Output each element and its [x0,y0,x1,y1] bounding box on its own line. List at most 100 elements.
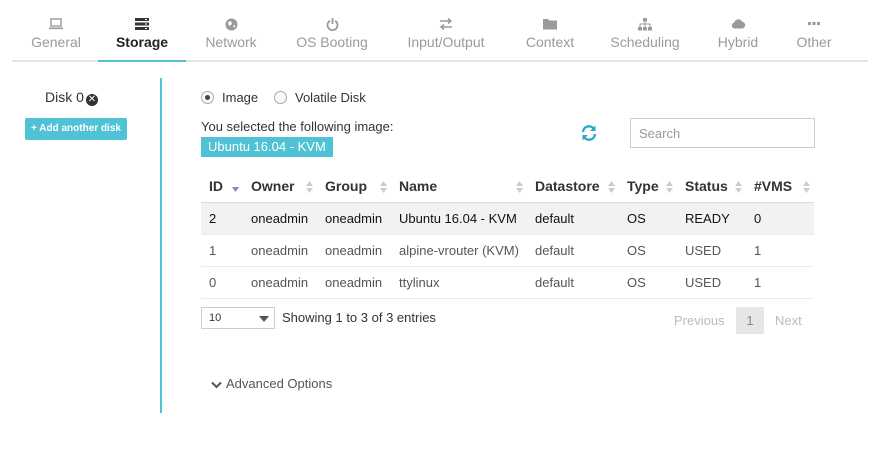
cell-owner: oneadmin [243,234,317,267]
tab-scheduling[interactable]: Scheduling [604,0,686,62]
sort-icon [666,181,673,193]
cell-status: USED [677,234,746,267]
advanced-options-toggle[interactable]: Advanced Options [211,376,332,391]
tab-hybrid[interactable]: Hybrid [702,0,774,62]
column-header-status[interactable]: Status [677,170,746,203]
images-table: ID Owner Group Name Datastore Type Statu… [201,170,814,299]
column-header-group[interactable]: Group [317,170,391,203]
wizard-tabs: General Storage Network OS Booting Input… [12,0,868,62]
cell-vms: 0 [746,202,814,235]
page-1-button[interactable]: 1 [736,307,764,334]
tab-other[interactable]: Other [786,0,842,62]
sitemap-icon [604,18,686,32]
cell-type: OS [619,266,677,299]
cell-vms: 1 [746,234,814,267]
server-icon [98,18,186,32]
cell-type: OS [619,202,677,235]
page-size-value: 10 [209,312,222,324]
cell-group: oneadmin [317,202,391,235]
tab-storage[interactable]: Storage [98,0,186,62]
column-header-vms[interactable]: #VMS [746,170,814,203]
page-size-select[interactable]: 10 [201,307,275,329]
radio-volatile-label: Volatile Disk [295,90,366,105]
cell-name: ttylinux [391,266,527,299]
folder-icon [512,18,588,32]
cell-owner: oneadmin [243,202,317,235]
laptop-icon [16,18,96,32]
cell-status: READY [677,202,746,235]
sort-icon [380,181,387,193]
cell-group: oneadmin [317,234,391,267]
advanced-options-label: Advanced Options [226,376,333,391]
table-header-row: ID Owner Group Name Datastore Type Statu… [201,170,814,203]
column-header-type[interactable]: Type [619,170,677,203]
sort-icon [735,181,742,193]
tab-label: Context [525,34,575,50]
tab-label: Hybrid [717,34,759,50]
sort-icon [608,181,615,193]
sort-desc-icon [232,187,239,192]
ellipsis-icon [786,18,842,32]
radio-volatile-disk[interactable]: Volatile Disk [274,90,366,105]
disk-label: Disk 0 [45,89,84,105]
cell-id: 2 [201,202,243,235]
sort-icon [516,181,523,193]
close-icon[interactable]: ✕ [85,94,98,106]
cell-vms: 1 [746,266,814,299]
previous-page-button[interactable]: Previous [674,313,725,328]
selected-image-badge: Ubuntu 16.04 - KVM [201,137,333,157]
cell-datastore: default [527,266,619,299]
cell-group: oneadmin [317,266,391,299]
disk-sidebar: Disk 0 ✕ + Add another disk [12,78,162,413]
tab-label: Storage [115,34,169,50]
table-row[interactable]: 2 oneadmin oneadmin Ubuntu 16.04 - KVM d… [201,202,814,235]
sort-icon [306,181,313,193]
tab-input-output[interactable]: Input/Output [400,0,492,62]
tab-os-booting[interactable]: OS Booting [288,0,376,62]
globe-icon [190,18,272,32]
tab-general[interactable]: General [16,0,96,62]
search-input[interactable] [630,118,815,148]
cell-name: alpine-vrouter (KVM) [391,234,527,267]
tab-label: Network [205,34,257,50]
power-icon [288,18,376,32]
tab-context[interactable]: Context [512,0,588,62]
cloud-icon [702,18,774,32]
sort-icon [803,181,810,193]
exchange-icon [400,18,492,32]
tab-label: Input/Output [407,34,485,50]
column-header-id[interactable]: ID [201,170,243,203]
tab-label: Other [796,34,832,50]
cell-owner: oneadmin [243,266,317,299]
table-row[interactable]: 1 oneadmin oneadmin alpine-vrouter (KVM)… [201,234,814,267]
tab-label: OS Booting [296,34,368,50]
plus-icon: + [31,123,37,134]
chevron-down-icon [211,381,222,389]
disk-tab[interactable]: Disk 0 ✕ [45,89,98,106]
cell-id: 0 [201,266,243,299]
radio-unselected-icon [274,91,287,104]
next-page-button[interactable]: Next [775,313,802,328]
tab-network[interactable]: Network [190,0,272,62]
cell-id: 1 [201,234,243,267]
cell-status: USED [677,266,746,299]
chevron-down-icon [259,316,269,322]
radio-image[interactable]: Image [201,90,258,105]
column-header-owner[interactable]: Owner [243,170,317,203]
selection-prompt: You selected the following image: [201,119,394,134]
entries-info: Showing 1 to 3 of 3 entries [282,310,436,325]
tab-label: Scheduling [610,34,680,50]
add-disk-label: Add another disk [39,123,121,134]
refresh-icon[interactable] [580,124,598,142]
table-row[interactable]: 0 oneadmin oneadmin ttylinux default OS … [201,266,814,299]
cell-type: OS [619,234,677,267]
cell-name: Ubuntu 16.04 - KVM [391,202,527,235]
radio-selected-icon [201,91,214,104]
column-header-datastore[interactable]: Datastore [527,170,619,203]
cell-datastore: default [527,202,619,235]
tab-label: General [31,34,81,50]
column-header-name[interactable]: Name [391,170,527,203]
add-disk-button[interactable]: + Add another disk [25,118,127,140]
radio-image-label: Image [222,90,259,105]
cell-datastore: default [527,234,619,267]
